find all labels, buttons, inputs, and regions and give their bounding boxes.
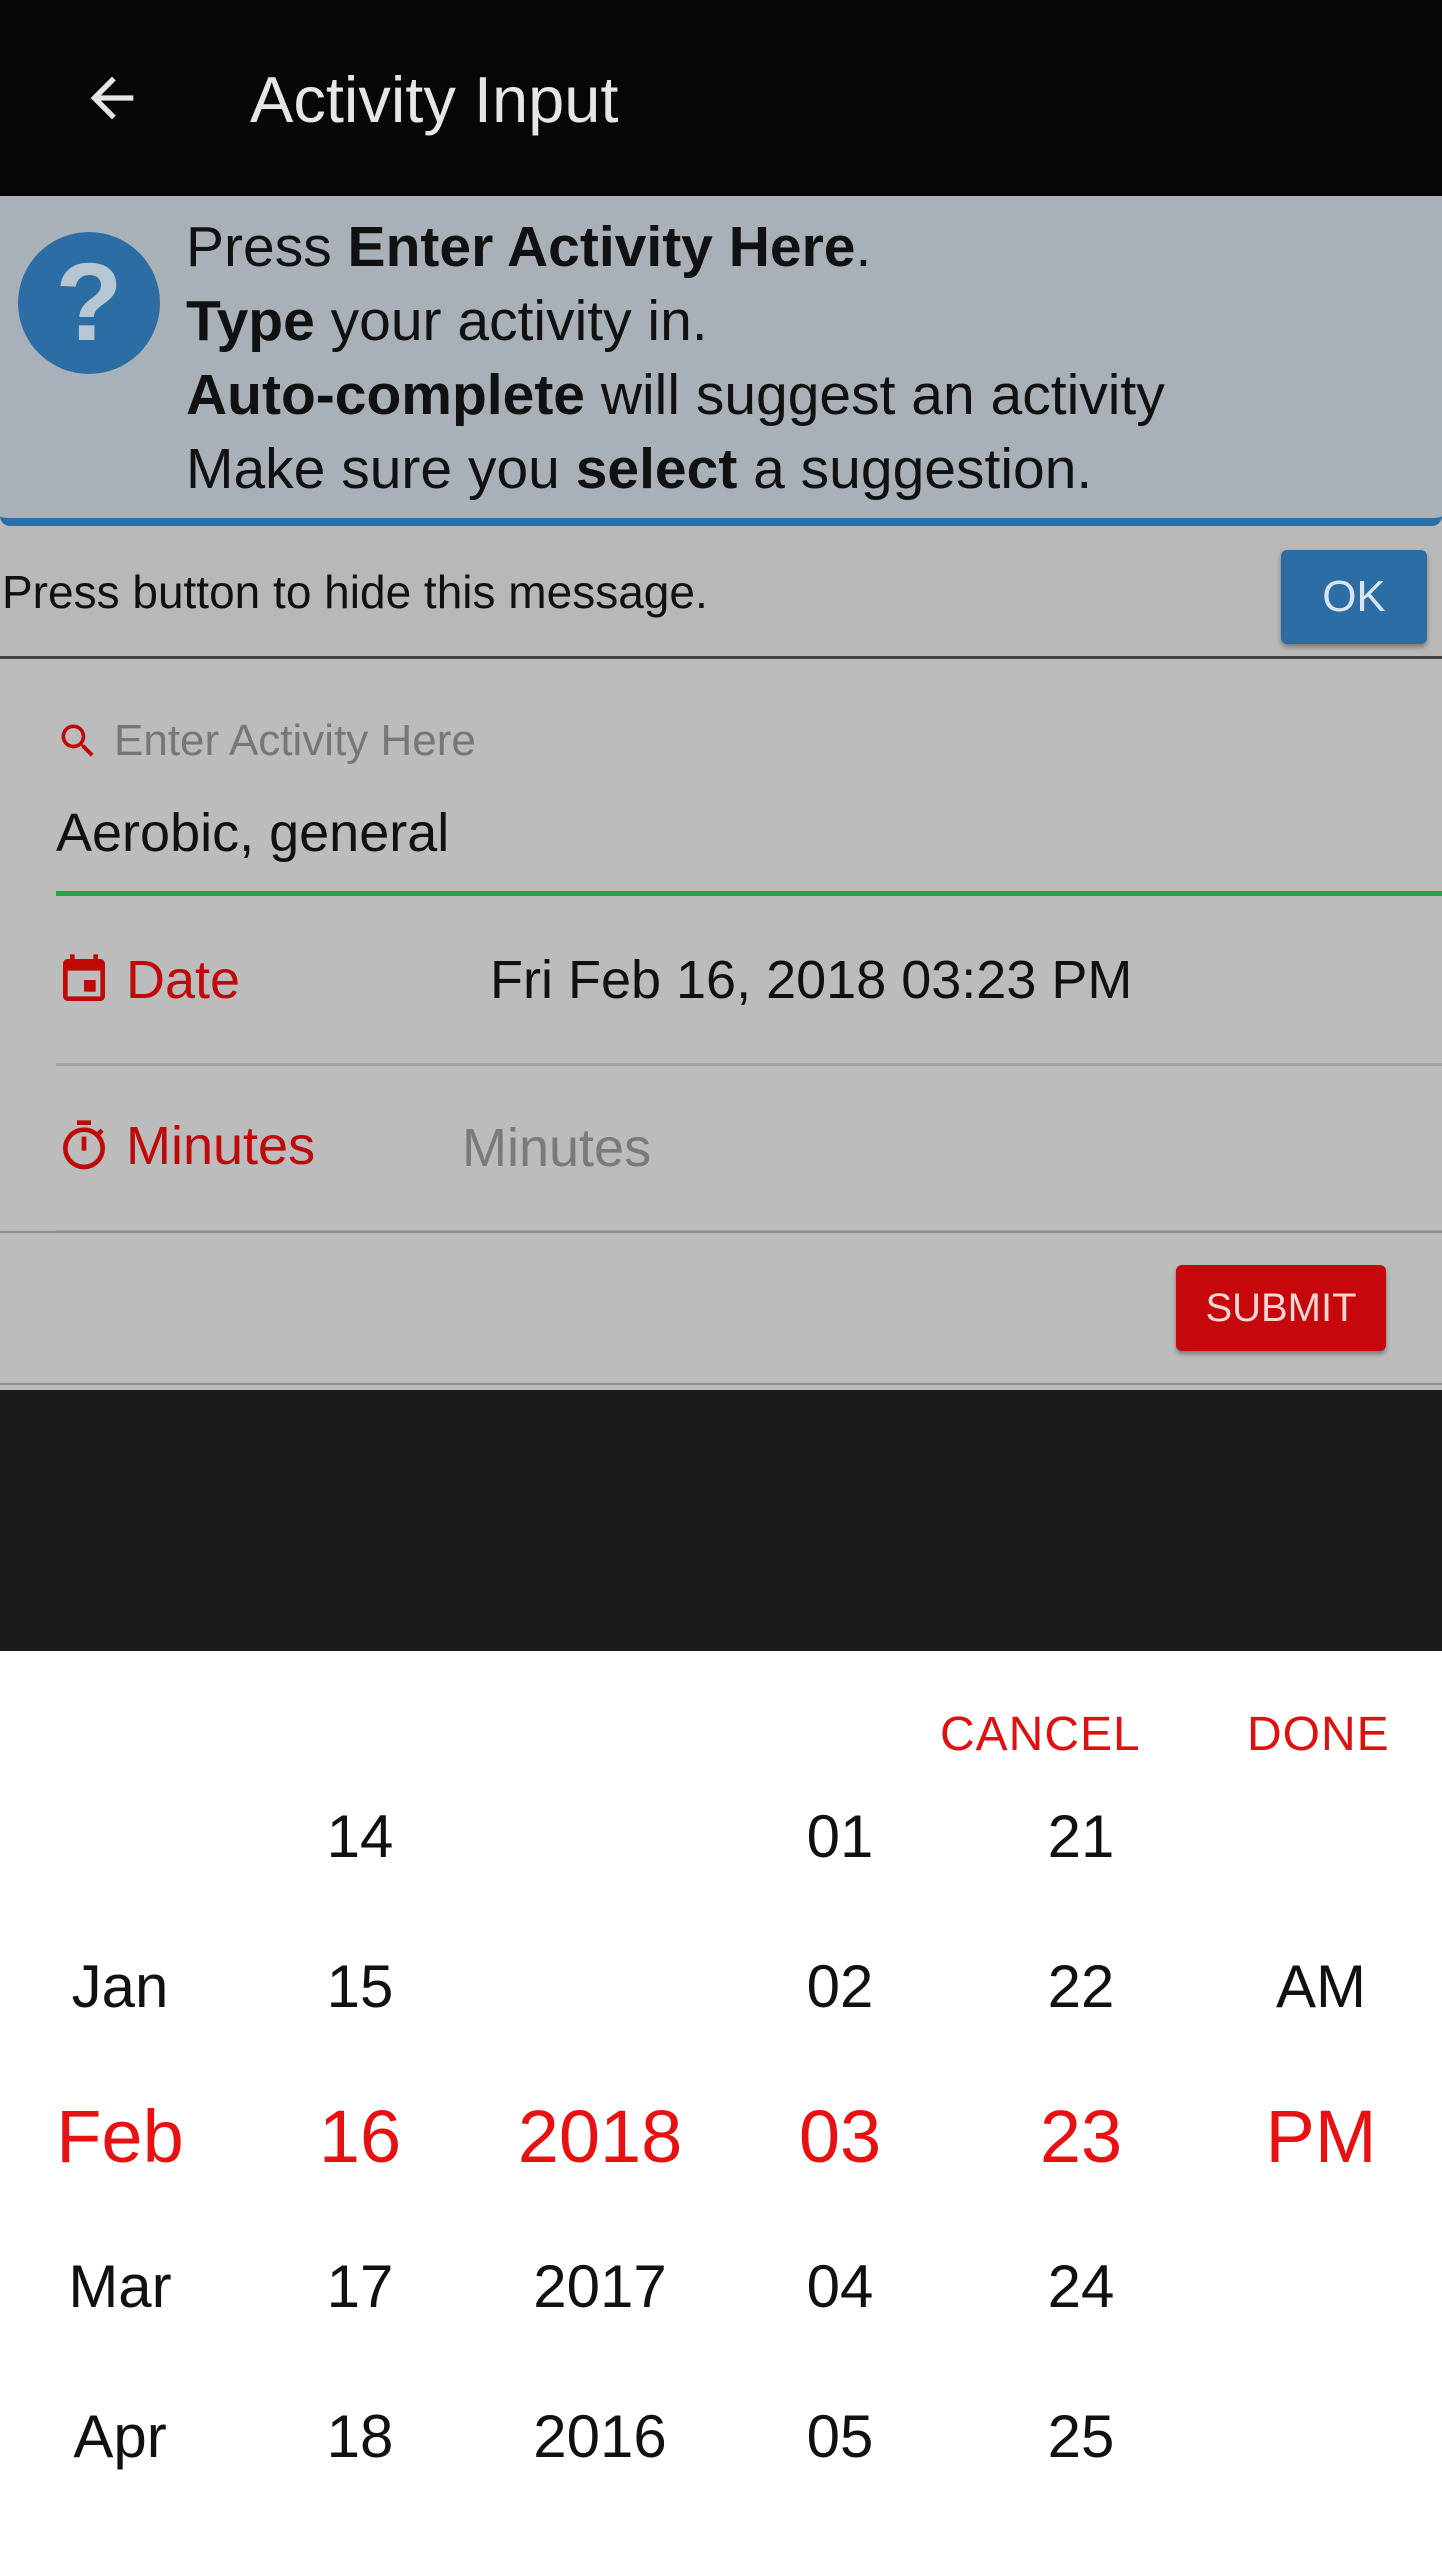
submit-button[interactable]: SUBMIT (1176, 1265, 1386, 1351)
ampm-option[interactable] (1201, 2361, 1441, 2511)
hide-message-text: Press button to hide this message. (2, 566, 708, 618)
hide-message-row: Press button to hide this message. OK (0, 526, 1442, 659)
cancel-button[interactable]: CANCEL (940, 1707, 1141, 1762)
help-banner: ? Press Enter Activity Here. Type your a… (0, 196, 1442, 526)
ok-button[interactable]: OK (1281, 550, 1427, 644)
help-question-icon: ? (18, 232, 160, 374)
hour-option[interactable]: 04 (720, 2211, 960, 2361)
help-line: Press Enter Activity Here. (186, 215, 872, 279)
month-option[interactable]: Jan (0, 1911, 240, 2061)
year-option[interactable]: 2017 (480, 2211, 720, 2361)
minutes-input[interactable]: Minutes (462, 1117, 651, 1179)
month-option[interactable] (0, 1761, 240, 1911)
year-option[interactable] (480, 1761, 720, 1911)
hour-option[interactable]: 02 (720, 1911, 960, 2061)
month-option-selected[interactable]: Feb (0, 2061, 240, 2211)
day-wheel[interactable]: 14 15 16 17 18 (240, 1761, 480, 2521)
minute-option[interactable]: 22 (961, 1911, 1201, 2061)
day-option[interactable]: 15 (240, 1911, 480, 2061)
day-option[interactable]: 14 (240, 1761, 480, 1911)
ampm-option[interactable]: AM (1201, 1911, 1441, 2061)
ampm-wheel[interactable]: AM PM (1201, 1761, 1441, 2521)
year-option-selected[interactable]: 2018 (480, 2061, 720, 2211)
hour-option[interactable]: 01 (720, 1761, 960, 1911)
page-title: Activity Input (250, 63, 619, 136)
day-option[interactable]: 17 (240, 2211, 480, 2361)
month-option[interactable]: Mar (0, 2211, 240, 2361)
month-wheel[interactable]: Jan Feb Mar Apr (0, 1761, 240, 2521)
ampm-option[interactable] (1201, 2211, 1441, 2361)
help-text: Press Enter Activity Here. Type your act… (186, 210, 1165, 506)
page-content: ? Press Enter Activity Here. Type your a… (0, 196, 1442, 1390)
day-option[interactable]: 18 (240, 2361, 480, 2511)
timer-icon (56, 1118, 112, 1174)
done-button[interactable]: DONE (1247, 1707, 1390, 1762)
help-line: Auto-complete will suggest an activity (186, 363, 1165, 427)
minute-option[interactable]: 24 (961, 2211, 1201, 2361)
datetime-picker: CANCEL DONE Jan Feb Mar Apr 14 15 16 17 … (0, 1651, 1442, 2562)
app-bar: Activity Input (0, 0, 1442, 196)
search-icon (56, 719, 100, 763)
svg-text:?: ? (55, 248, 122, 358)
calendar-icon (56, 952, 112, 1008)
date-label: Date (56, 949, 240, 1011)
year-option[interactable]: 2016 (480, 2361, 720, 2511)
minute-option[interactable]: 25 (961, 2361, 1201, 2511)
minutes-label: Minutes (56, 1115, 315, 1177)
help-line: Type your activity in. (186, 289, 708, 353)
minute-option-selected[interactable]: 23 (961, 2061, 1201, 2211)
search-label: Enter Activity Here (56, 711, 476, 771)
hour-option-selected[interactable]: 03 (720, 2061, 960, 2211)
back-button[interactable] (72, 58, 152, 138)
search-underline (56, 891, 1442, 896)
ampm-option-selected[interactable]: PM (1201, 2061, 1441, 2211)
activity-form: Enter Activity Here Aerobic, general Dat… (0, 659, 1442, 1390)
activity-search-input[interactable]: Aerobic, general (56, 802, 449, 864)
ampm-option[interactable] (1201, 1761, 1441, 1911)
hour-option[interactable]: 05 (720, 2361, 960, 2511)
month-option[interactable]: Apr (0, 2361, 240, 2511)
divider (56, 1063, 1442, 1066)
arrow-left-icon (90, 76, 134, 120)
date-field[interactable]: Fri Feb 16, 2018 03:23 PM (490, 949, 1132, 1011)
hour-wheel[interactable]: 01 02 03 04 05 (720, 1761, 960, 2521)
minute-wheel[interactable]: 21 22 23 24 25 (961, 1761, 1201, 2521)
year-wheel[interactable]: 2018 2017 2016 (480, 1761, 720, 2521)
day-option-selected[interactable]: 16 (240, 2061, 480, 2211)
minute-option[interactable]: 21 (961, 1761, 1201, 1911)
year-option[interactable] (480, 1911, 720, 2061)
help-line: Make sure you select a suggestion. (186, 437, 1093, 501)
